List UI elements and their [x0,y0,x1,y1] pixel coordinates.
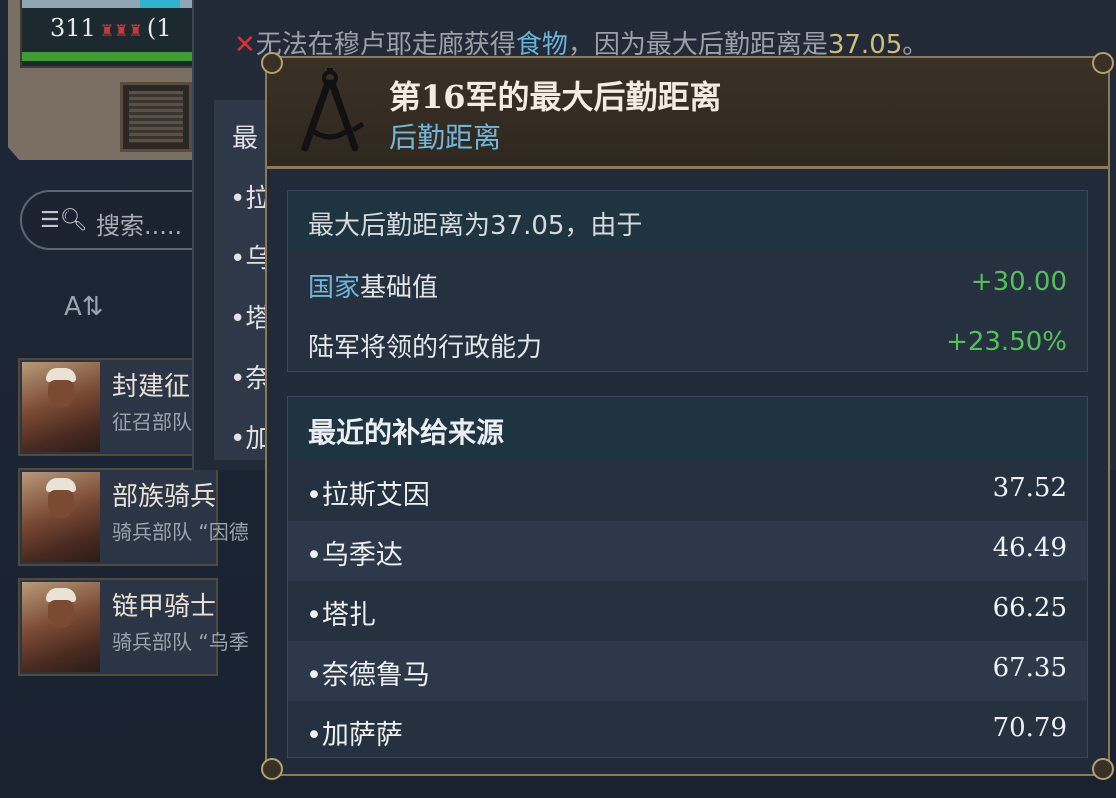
tooltip-header: 第16军的最大后勤距离 后勤距离 [267,58,1108,169]
supply-source-row: •拉斯艾因 37.52 [288,461,1087,521]
supply-source-name: •乌季达 [306,540,403,571]
search-box[interactable]: ☰🔍︎ 搜索..... [20,190,220,250]
modifier-section: 最大后勤距离为37.05，由于 国家基础值 +30.00 陆军将领的行政能力 +… [287,190,1088,372]
sort-az-icon[interactable]: A⇅ [64,292,104,322]
tooltip-subtitle: 后勤距离 [389,121,502,154]
modifier-label-link[interactable]: 国家 [308,273,360,303]
corner-ornament [261,758,283,780]
army-action-button[interactable] [120,82,192,152]
modifier-row: 陆军将领的行政能力 +23.50% [288,315,1087,375]
close-x-icon: ✕ [234,30,256,60]
unit-type: 征召部队 [112,410,192,434]
search-input[interactable]: 搜索..... [96,206,182,241]
logistics-tooltip: 第16军的最大后勤距离 后勤距离 最大后勤距离为37.05，由于 国家基础值 +… [261,52,1114,780]
army-manpower: 311 ♜♜♜ (1 [50,14,171,42]
supply-sources-section: 最近的补给来源 •拉斯艾因 37.52 •乌季达 46.49 •塔扎 66.25… [287,396,1088,758]
supply-source-distance: 66.25 [992,593,1067,623]
unit-portrait [22,582,100,672]
supply-source-row: •乌季达 46.49 [288,521,1087,581]
supply-source-distance: 67.35 [992,653,1067,683]
corner-ornament [1092,758,1114,780]
supply-source-row: •奈德鲁马 67.35 [288,641,1087,701]
unit-name: 封建征 [112,372,191,402]
supply-source-distance: 70.79 [992,713,1067,743]
corner-ornament [1092,52,1114,74]
supply-sources-title: 最近的补给来源 [308,416,505,449]
unit-name: 部族骑兵 [112,482,217,512]
supply-source-row: •塔扎 66.25 [288,581,1087,641]
supply-source-name: •拉斯艾因 [306,480,430,511]
modifier-label-text: 基础值 [360,273,439,303]
soldiers-icon: ♜♜♜ [99,21,143,40]
summary-text: 最大后勤距离为37.05，由于 [308,211,643,241]
search-icon[interactable]: ☰🔍︎ [40,208,88,233]
modifier-label-text: 陆军将领的行政能力 [308,333,543,363]
modifier-row: 国家基础值 +30.00 [288,255,1087,315]
unit-type: 骑兵部队 “乌季 [112,630,249,654]
unit-name: 链甲骑士 [112,592,217,622]
supply-source-name: •奈德鲁马 [306,660,430,691]
modifier-label: 国家基础值 [308,267,438,304]
modifier-value: +30.00 [970,267,1067,297]
army-count-suffix: (1 [146,14,172,42]
supply-source-row: •加萨萨 70.79 [288,701,1087,761]
compass-icon [301,68,365,152]
unit-type: 骑兵部队 “因德 [112,520,249,544]
unit-card[interactable]: 封建征 征召部队 [18,358,218,456]
unit-portrait [22,362,100,452]
tooltip-title: 第16军的最大后勤距离 [389,78,722,116]
modifier-value: +23.50% [946,327,1067,357]
army-strength-bar [22,52,192,61]
back-list-header: 最 [232,124,259,154]
modifier-label: 陆军将领的行政能力 [308,327,542,364]
supply-source-name: •塔扎 [306,600,376,631]
unit-card[interactable]: 部族骑兵 骑兵部队 “因德 [18,468,249,566]
supply-source-name: •加萨萨 [306,720,403,751]
supply-sources-header: 最近的补给来源 [288,397,1087,459]
supply-source-distance: 37.52 [992,473,1067,503]
corner-ornament [261,52,283,74]
modifier-section-header: 最大后勤距离为37.05，由于 [288,191,1087,249]
army-status-strip [22,0,192,8]
unit-portrait [22,472,100,562]
army-count-value: 311 [50,14,96,42]
supply-source-distance: 46.49 [992,533,1067,563]
unit-card[interactable]: 链甲骑士 骑兵部队 “乌季 [18,578,249,676]
